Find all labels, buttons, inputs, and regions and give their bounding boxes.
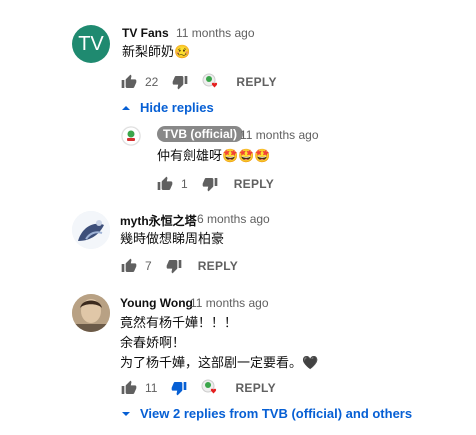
like-icon[interactable] (157, 176, 173, 192)
like-icon[interactable] (121, 74, 137, 90)
dislike-icon[interactable] (202, 176, 218, 192)
comment-text: 仲有劍雄呀🤩🤩🤩 (157, 148, 271, 163)
comment-time[interactable]: 11 months ago (190, 296, 269, 310)
avatar-image (72, 294, 110, 332)
reply-button[interactable]: REPLY (234, 177, 274, 191)
avatar[interactable] (121, 126, 141, 146)
avatar-image (72, 211, 110, 249)
like-icon[interactable] (121, 258, 137, 274)
comment-text-line: 竟然有杨千嬅！！！ (120, 315, 238, 330)
reply-button[interactable]: REPLY (236, 75, 276, 89)
chevron-down-icon (121, 409, 131, 419)
author-badge[interactable]: TVB (official) (157, 126, 243, 142)
hide-replies-label: Hide replies (140, 100, 214, 115)
comment-author[interactable]: TV Fans (122, 26, 169, 40)
like-count: 1 (181, 177, 188, 191)
dislike-icon[interactable] (166, 258, 182, 274)
hide-replies-button[interactable]: Hide replies (121, 100, 214, 115)
comment-text: 新梨師奶🥴 (122, 42, 190, 62)
creator-heart-icon (201, 379, 219, 397)
like-icon[interactable] (121, 380, 137, 396)
like-count: 11 (145, 381, 158, 395)
reply-button[interactable]: REPLY (198, 259, 238, 273)
comment-text-line: 幾時做想睇周柏豪 (120, 231, 225, 246)
tvb-logo-icon (121, 126, 141, 146)
comment-time[interactable]: 6 months ago (197, 212, 270, 226)
avatar[interactable] (72, 294, 110, 332)
comment-time[interactable]: 11 months ago (176, 26, 255, 40)
avatar-initials: TV (78, 32, 104, 55)
comment-text-line: 余春娇啊！ (120, 335, 186, 350)
avatar[interactable] (72, 211, 110, 249)
dislike-icon[interactable] (172, 74, 188, 90)
like-count: 7 (145, 259, 152, 273)
dislike-icon[interactable] (171, 380, 187, 396)
comment-text: 竟然有杨千嬅！！！ 余春娇啊！ 为了杨千嬅，这部剧一定要看。🖤 (120, 313, 318, 373)
comment-text: 幾時做想睇周柏豪 (120, 229, 224, 249)
comment-text-line: 新梨師奶🥴 (122, 44, 191, 59)
comment-author[interactable]: Young Wong (120, 296, 193, 310)
creator-heart-icon (202, 73, 220, 91)
view-replies-label: View 2 replies from TVB (official) and o… (140, 406, 413, 421)
view-replies-button[interactable]: View 2 replies from TVB (official) and o… (121, 406, 412, 421)
chevron-up-icon (121, 103, 131, 113)
comment-text-line: 为了杨千嬅，这部剧一定要看。🖤 (120, 355, 319, 370)
avatar[interactable]: TV (72, 25, 110, 63)
comment-time[interactable]: 11 months ago (240, 128, 319, 142)
comment-author[interactable]: myth永恒之塔 (120, 212, 197, 229)
like-count: 22 (145, 75, 159, 89)
reply-button[interactable]: REPLY (235, 381, 275, 395)
